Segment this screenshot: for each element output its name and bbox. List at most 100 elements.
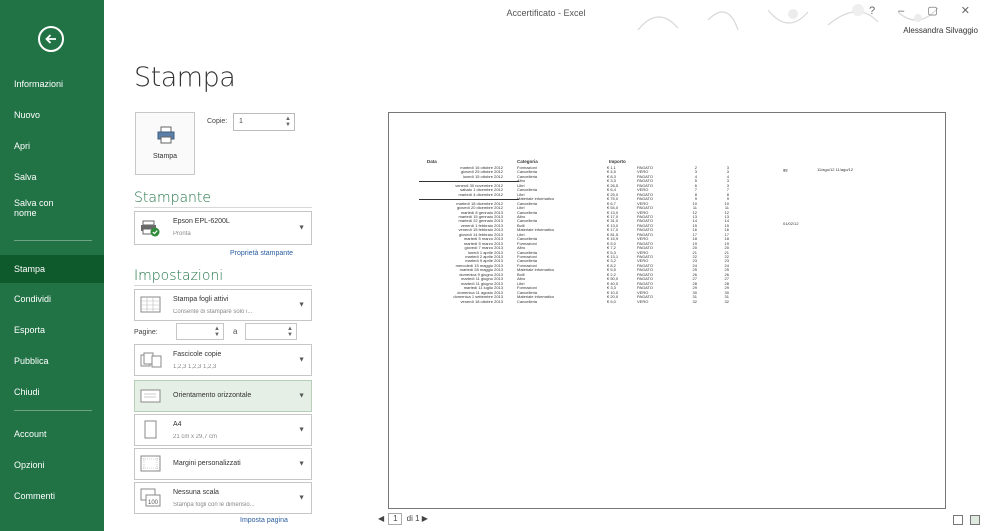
show-margins-icon[interactable] (952, 515, 963, 525)
page-title: Stampa (134, 62, 236, 93)
pages-separator: a (233, 327, 238, 336)
nav-item-salva[interactable]: Salva (0, 163, 104, 191)
nav-separator (14, 410, 92, 411)
orientation-dropdown[interactable]: Orientamento orizzontale ▼ (134, 380, 312, 412)
collate-icon (140, 352, 162, 368)
collate-desc: 1,2,3 1,2,3 1,2,3 (173, 364, 217, 370)
chevron-down-icon: ▼ (298, 356, 305, 364)
nav-item-salva-con-nome[interactable]: Salva con nome (0, 194, 70, 222)
nav-item-account[interactable]: Account (0, 420, 104, 448)
preview-row: venerdì 18 ottobre 2013 Cancelleria € 5,0 V… (419, 298, 759, 304)
backstage-nav: Informazioni Nuovo Apri Salva Salva con … (0, 0, 104, 531)
print-button[interactable]: Stampa (135, 112, 195, 175)
preview-sheet: Data Categoria Importo gg 11/ago/12 11/a… (419, 159, 879, 429)
close-icon[interactable]: ✕ (961, 5, 980, 17)
paper-size-title: A4 (173, 421, 182, 428)
help-icon[interactable]: ? (869, 5, 885, 17)
pages-from-spinner[interactable]: ▲ ▼ (214, 326, 220, 338)
next-page-icon[interactable]: ▶ (422, 514, 428, 523)
window-controls[interactable]: ? – ▢ ✕ (869, 4, 980, 17)
preview-cell-date: venerdì 18 ottobre 2013 (460, 298, 503, 304)
chevron-down-icon: ▼ (298, 494, 305, 502)
paper-size-dropdown[interactable]: A4 21 cm x 29,7 cm ▼ (134, 414, 312, 446)
print-button-label: Stampa (152, 153, 178, 160)
chevron-down-icon: ▼ (298, 301, 305, 309)
pages-from-input[interactable]: ▲ ▼ (176, 323, 224, 340)
paper-icon (144, 420, 157, 439)
preview-cell-a: 32 (692, 298, 697, 304)
chevron-down-icon: ▼ (298, 392, 305, 400)
active-sheets-icon (140, 296, 161, 313)
pages-label: Pagine: (134, 329, 158, 336)
printer-section-title: Stampante (134, 190, 212, 206)
page-total: di 1 (406, 514, 420, 523)
pages-to-spinner[interactable]: ▲ ▼ (287, 326, 293, 338)
back-arrow-icon[interactable] (38, 26, 64, 52)
nav-item-chiudi[interactable]: Chiudi (0, 378, 104, 406)
user-name[interactable]: Alessandra Silvaggio (903, 26, 978, 35)
print-what-dropdown[interactable]: Stampa fogli attivi Consente di stampare… (134, 289, 312, 321)
chevron-down-icon: ▼ (298, 224, 305, 232)
prev-page-icon[interactable]: ◀ (378, 514, 384, 523)
settings-section-title: Impostazioni (134, 268, 224, 284)
pages-to-input[interactable]: ▲ ▼ (245, 323, 297, 340)
nav-item-esporta[interactable]: Esporta (0, 316, 104, 344)
preview-side-text: 11/ago/12 11/ago/12 (817, 167, 854, 172)
nav-separator (14, 240, 92, 241)
scaling-dropdown[interactable]: 100 Nessuna scala Stampa fogli con le di… (134, 482, 312, 514)
preview-cell-amt: € 5,0 (607, 298, 616, 304)
scaling-desc: Stampa fogli con le dimensio... (173, 502, 255, 508)
copies-label: Copie: (207, 118, 228, 125)
preview-cell-cat: Cancelleria (517, 298, 538, 304)
preview-side-text: gg (783, 167, 788, 172)
scaling-icon: 100 (140, 488, 161, 507)
minimize-icon[interactable]: – (898, 5, 914, 17)
printer-properties-link[interactable]: Proprietà stampante (230, 250, 293, 257)
nav-item-condividi[interactable]: Condividi (0, 285, 104, 313)
zoom-to-page-icon[interactable] (970, 515, 980, 525)
copies-input[interactable]: 1 ▲ ▼ (233, 113, 295, 131)
preview-cell-status: VERO (637, 298, 649, 304)
margins-dropdown[interactable]: Margini personalizzati ▼ (134, 448, 312, 480)
margins-title: Margini personalizzati (173, 460, 241, 467)
print-what-desc: Consente di stampare solo i... (173, 309, 253, 315)
nav-item-commenti[interactable]: Commenti (0, 482, 104, 510)
chevron-down-icon: ▼ (298, 426, 305, 434)
preview-page: Data Categoria Importo gg 11/ago/12 11/a… (388, 112, 946, 509)
paper-size-desc: 21 cm x 29,7 cm (173, 434, 218, 440)
printer-status: Pronta (173, 231, 191, 237)
section-divider (134, 207, 312, 208)
section-divider (134, 285, 312, 286)
nav-item-stampa[interactable]: Stampa (0, 255, 104, 283)
current-page-input[interactable]: 1 (388, 513, 403, 525)
printer-ready-icon (141, 220, 160, 237)
zoom-controls (950, 512, 980, 530)
svg-text:100: 100 (148, 500, 159, 506)
nav-item-nuovo[interactable]: Nuovo (0, 101, 104, 129)
maximize-icon[interactable]: ▢ (927, 5, 947, 17)
collate-dropdown[interactable]: Fascicole copie 1,2,3 1,2,3 1,2,3 ▼ (134, 344, 312, 376)
preview-highlight-bar (419, 198, 519, 201)
preview-header-amount: Importo (609, 159, 626, 164)
preview-side-text: 01/02/12 (783, 221, 799, 226)
nav-item-apri[interactable]: Apri (0, 132, 104, 160)
printer-name: Epson EPL-6200L (173, 218, 230, 225)
print-what-title: Stampa fogli attivi (173, 296, 229, 303)
chevron-down-icon: ▼ (298, 460, 305, 468)
window-title: Accertificato - Excel (506, 8, 586, 18)
nav-item-informazioni[interactable]: Informazioni (0, 70, 104, 98)
nav-item-pubblica[interactable]: Pubblica (0, 347, 104, 375)
collate-title: Fascicole copie (173, 351, 222, 358)
preview-header-category: Categoria (517, 159, 538, 164)
title-bar: Accertificato - Excel ? – ▢ ✕ Alessandra… (104, 0, 988, 44)
copies-spinner[interactable]: ▲ ▼ (285, 116, 291, 128)
margins-icon (140, 455, 161, 472)
nav-item-opzioni[interactable]: Opzioni (0, 451, 104, 479)
scaling-title: Nessuna scala (173, 489, 219, 496)
preview-header-date: Data (427, 159, 437, 164)
landscape-icon (140, 389, 161, 403)
printer-dropdown[interactable]: Epson EPL-6200L Pronta ▼ (134, 211, 312, 245)
page-setup-link[interactable]: Imposta pagina (240, 517, 288, 524)
printer-icon (157, 126, 175, 144)
orientation-title: Orientamento orizzontale (173, 392, 252, 399)
